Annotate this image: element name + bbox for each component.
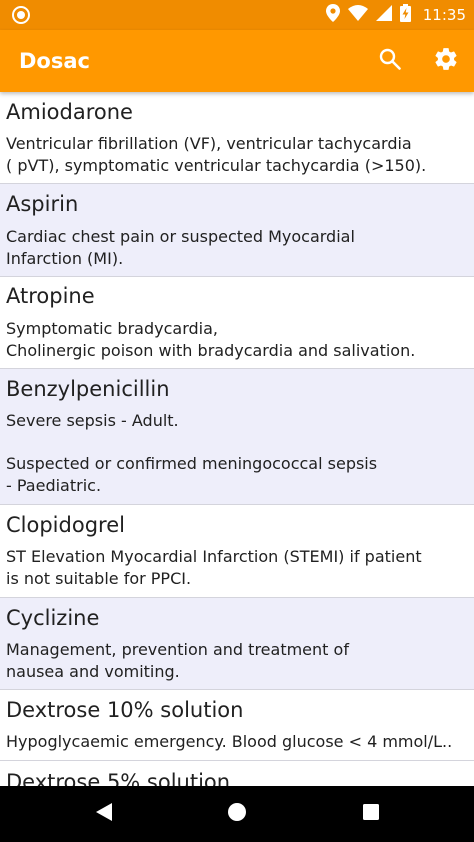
status-bar: 11:35: [0, 0, 474, 30]
home-icon: [227, 802, 247, 826]
drug-description: Severe sepsis - Adult. Suspected or conf…: [6, 411, 378, 495]
wifi-icon: [347, 5, 368, 25]
drug-name: Dextrose 10% solution: [6, 698, 244, 722]
recents-icon: [362, 803, 380, 825]
drug-description: Management, prevention and treatment of …: [6, 640, 349, 681]
drug-name: Cyclizine: [6, 606, 100, 630]
app-bar: Dosac: [0, 30, 474, 92]
status-icons: 11:35: [325, 0, 466, 30]
signal-icon: [375, 5, 392, 25]
drug-name: Atropine: [6, 284, 95, 308]
location-icon: [325, 4, 340, 26]
drug-name: Dextrose 5% solution: [6, 770, 231, 786]
list-item[interactable]: Cyclizine Management, prevention and tre…: [0, 598, 474, 690]
list-item[interactable]: Dextrose 5% solution: [0, 761, 474, 786]
drug-description: Cardiac chest pain or suspected Myocardi…: [6, 227, 355, 268]
drug-description: Ventricular fibrillation (VF), ventricul…: [6, 134, 427, 175]
list-item[interactable]: Dextrose 10% solution Hypoglycaemic emer…: [0, 690, 474, 761]
drug-name: Amiodarone: [6, 100, 133, 124]
search-button[interactable]: [372, 43, 408, 79]
drug-name: Aspirin: [6, 192, 79, 216]
home-button[interactable]: [217, 794, 257, 834]
search-icon: [379, 48, 401, 74]
recents-button[interactable]: [351, 794, 391, 834]
drug-name: Benzylpenicillin: [6, 377, 170, 401]
list-item[interactable]: Clopidogrel ST Elevation Myocardial Infa…: [0, 505, 474, 598]
drug-description: Hypoglycaemic emergency. Blood glucose <…: [6, 732, 453, 751]
drug-description: Symptomatic bradycardia, Cholinergic poi…: [6, 319, 416, 360]
app-title: Dosac: [19, 49, 90, 73]
navigation-bar: [0, 786, 474, 842]
gear-icon: [433, 46, 459, 76]
list-item[interactable]: Amiodarone Ventricular fibrillation (VF)…: [0, 92, 474, 184]
drug-list[interactable]: Amiodarone Ventricular fibrillation (VF)…: [0, 92, 474, 786]
drug-description: ST Elevation Myocardial Infarction (STEM…: [6, 547, 422, 588]
back-icon: [95, 802, 113, 826]
list-item[interactable]: Benzylpenicillin Severe sepsis - Adult. …: [0, 369, 474, 505]
battery-charging-icon: [399, 4, 411, 26]
settings-button[interactable]: [428, 43, 464, 79]
list-item[interactable]: Aspirin Cardiac chest pain or suspected …: [0, 184, 474, 277]
back-button[interactable]: [84, 794, 124, 834]
drug-name: Clopidogrel: [6, 513, 125, 537]
android-notification-icon: [12, 6, 30, 24]
list-item[interactable]: Atropine Symptomatic bradycardia, Cholin…: [0, 277, 474, 369]
status-time: 11:35: [422, 6, 466, 24]
